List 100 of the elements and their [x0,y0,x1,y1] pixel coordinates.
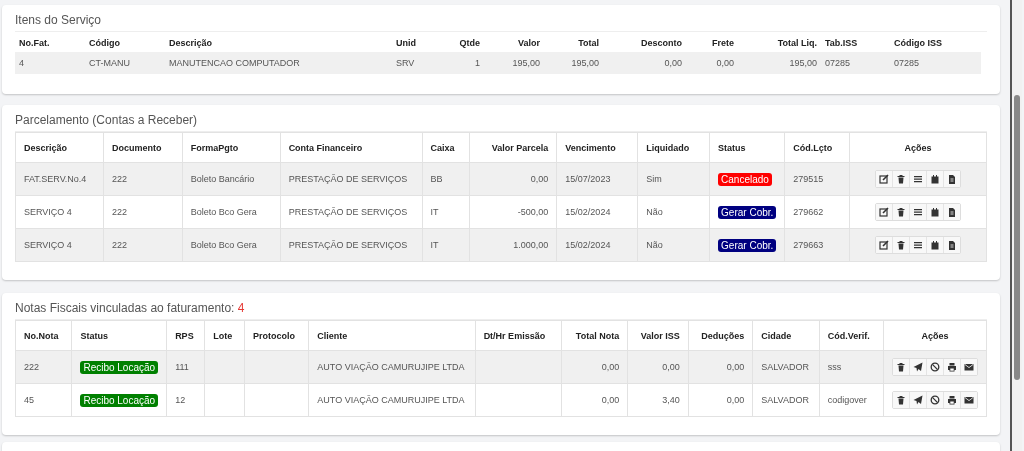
table-cell: 07285 [825,58,851,68]
column-header: Vencimento [565,142,616,153]
table-cell: Não [646,207,663,217]
table-cell: 12 [175,395,186,405]
column-header: Total Nota [575,330,620,341]
column-header: Unid [396,38,416,48]
status-badge: Cancelado [718,172,772,186]
trash-icon[interactable] [892,392,910,408]
status-badge: Recibo Locação [80,393,159,407]
column-header: Deduções [701,330,745,341]
table-cell: 0,00 [726,362,745,372]
table-cell: 222 [111,207,127,217]
column-header: Ações [921,330,949,341]
table-cell: CT-MANU [89,58,130,68]
column-header: Descrição [169,38,213,48]
column-header: Código ISS [894,38,942,48]
table-cell: Boleto Bco Gera [190,240,257,250]
section-title: Itens do Serviço [15,13,987,32]
column-header: Total Liq. [777,38,817,48]
table-cell: PRESTAÇÃO DE SERVIÇOS [288,207,408,217]
column-header: RPS [175,330,194,341]
table-cell: AUTO VIAÇÃO CAMURUJIPE LTDA [317,395,465,405]
column-header: Lote [213,330,233,341]
edit-icon[interactable] [876,204,894,220]
scrollbar[interactable] [1010,0,1022,451]
table-cell: 222 [111,240,127,250]
section-title: Notas Fiscais vinculadas ao faturamento: [15,301,235,315]
table-cell: SALVADOR [761,362,809,372]
column-header: Caixa [430,142,455,153]
table-cell: 0,00 [530,174,549,184]
scrollbar-thumb[interactable] [1014,95,1020,380]
column-header: Descrição [24,142,68,153]
table-cell: 195,00 [789,58,817,68]
table-cell: 07285 [894,58,920,68]
column-header: Cód.Lçto [793,142,833,153]
table-cell: AUTO VIAÇÃO CAMURUJIPE LTDA [317,362,465,372]
column-header: Conta Financeiro [288,142,363,153]
status-badge: Gerar Cobr. [718,205,777,219]
table-cell: IT [430,207,439,217]
table-cell: 4 [19,58,24,68]
table-cell: 279662 [793,207,824,217]
column-header: Qtde [459,38,480,48]
column-header: FormaPgto [190,142,239,153]
table-cell: 45 [24,395,34,405]
status-badge: Gerar Cobr. [718,238,777,252]
table-cell: 1 [475,58,480,68]
column-header: Ações [904,142,932,153]
column-header: No.Nota [24,330,59,341]
column-header: Valor ISS [640,330,680,341]
table-cell: 3,40 [662,395,680,405]
table-cell: BB [430,174,443,184]
table-cell: SALVADOR [761,395,809,405]
column-header: Frete [712,38,734,48]
table-cell: Boleto Bancário [190,174,255,184]
table-cell: 279515 [793,174,824,184]
table-cell: PRESTAÇÃO DE SERVIÇOS [288,240,408,250]
column-header: Código [89,38,120,48]
table-cell: sss [827,362,842,372]
edit-icon[interactable] [876,237,894,253]
table-cell: 15/07/2023 [565,174,611,184]
column-header: Total [578,38,599,48]
table-cell: 222 [111,174,127,184]
table-cell: codigover [827,395,867,405]
table-cell: 111 [175,362,189,372]
table-cell: 1.000,00 [513,240,549,250]
table-cell: 0,00 [726,395,745,405]
column-header: Status [718,142,746,153]
column-header: Liquidado [646,142,690,153]
column-header: Cód.Verif. [827,330,870,341]
column-header: Valor Parcela [491,142,549,153]
table-cell: PRESTAÇÃO DE SERVIÇOS [288,174,408,184]
column-header: Status [80,330,108,341]
table-cell: 15/02/2024 [565,240,611,250]
column-header: Dt/Hr Emissão [483,330,546,341]
table-cell: 0,00 [664,58,682,68]
table-cell: FAT.SERV.No.4 [24,174,87,184]
column-header: Protocolo [253,330,296,341]
table-cell: Não [646,240,663,250]
table-cell: Sim [646,174,662,184]
trash-icon[interactable] [892,359,910,375]
column-header: Valor [518,38,540,48]
section-title: Parcelamento (Contas a Receber) [15,113,987,132]
table-cell: 0,00 [716,58,734,68]
table-cell: SERVIÇO 4 [24,240,72,250]
table-cell: 0,00 [601,362,620,372]
table-cell: 15/02/2024 [565,207,611,217]
status-badge: Recibo Locação [80,360,159,374]
table-cell: -500,00 [517,207,549,217]
table-cell: SERVIÇO 4 [24,207,72,217]
table-cell: 195,00 [571,58,599,68]
count-text: 4 [237,301,245,315]
column-header: Tab.ISS [825,38,858,48]
edit-icon[interactable] [876,171,894,187]
column-header: Documento [111,142,162,153]
column-header: Cidade [761,330,792,341]
column-header: Desconto [641,38,682,48]
table-cell: 0,00 [601,395,620,405]
table-cell: 0,00 [662,362,680,372]
table-cell: 279663 [793,240,824,250]
table-cell: IT [430,240,439,250]
